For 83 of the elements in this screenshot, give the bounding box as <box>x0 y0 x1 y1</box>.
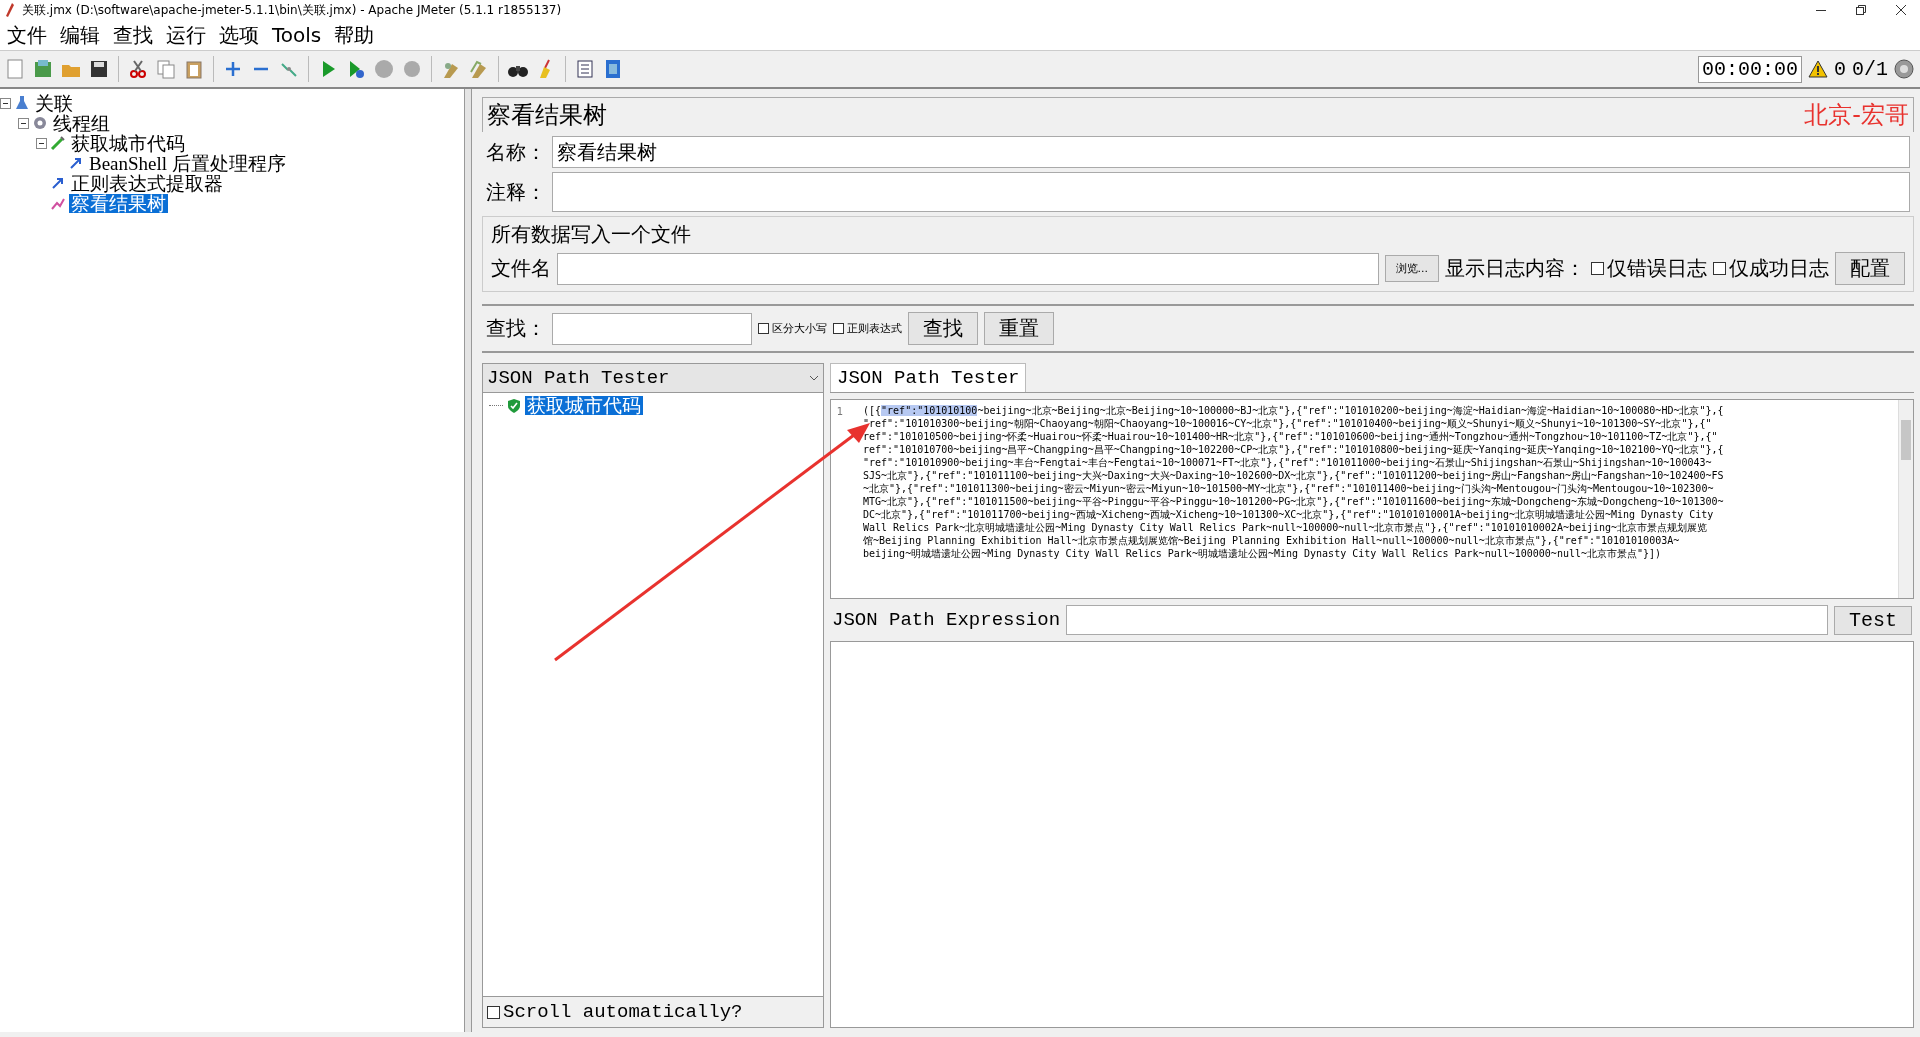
arrow-icon <box>50 175 66 191</box>
tab[interactable]: JSON Path Tester <box>830 363 1027 392</box>
code-line: MTG~北京"},{"ref":"101011500~beijing~平谷~Pinggu~平谷~Pinggu~10~101200~PG~北京"},{"ref":"101011600~beijing~东城~Dongcheng~东城~Dongcheng~10~101300~ <box>863 495 1725 508</box>
scrollbar[interactable] <box>1898 400 1913 598</box>
window-title: 关联.jmx (D:\software\apache-jmeter-5.1.1\bin\关联.jmx) - Apache JMeter (5.1.1 r1855137) <box>22 1 563 19</box>
code-line: Wall Relics Park~北京明城墙遗址公园~Ming Dynasty City Wall Relics Park~null~100000~null~北京市景点"},{"ref":"10101010002A~beijing~北京市景点规划展览 <box>863 521 1709 534</box>
pipette-icon <box>50 135 66 151</box>
globe-icon[interactable] <box>1894 59 1914 79</box>
tree-item[interactable]: 线程组 <box>51 113 112 133</box>
checkbox-label: 区分大小写 <box>772 321 827 336</box>
code-line: "ref":"101010900~beijing~丰台~Fengtai~丰台~Fengtai~10~100071~FT~北京"},{"ref":"101011000~beijing~石景山~Shijingshan~石景山~Shijingshan~10~100043~ <box>863 456 1713 469</box>
paste-icon[interactable] <box>183 58 205 80</box>
save-icon[interactable] <box>88 58 110 80</box>
comment-field[interactable] <box>552 172 1910 212</box>
menu-item[interactable]: 文件 <box>5 21 49 49</box>
cut-icon[interactable] <box>127 58 149 80</box>
code-line: "ref":"101010300~beijing~朝阳~Chaoyang~朝阳~Chaoyang~10~100016~CY~北京"},{"ref":"101010400~beijing~顺义~Shunyi~顺义~Shunyi~10~101300~SY~北京"},{" <box>863 417 1713 430</box>
warning-icon <box>1807 60 1828 78</box>
name-field[interactable]: 察看结果树 <box>552 136 1910 168</box>
menu-item[interactable]: 查找 <box>111 21 155 49</box>
sample-item[interactable]: 获取城市代码 <box>525 396 643 415</box>
tree-item[interactable]: 关联 <box>33 93 75 113</box>
thread-count: 0/1 <box>1852 57 1888 81</box>
close-icon[interactable] <box>1896 5 1906 15</box>
signature-text: 北京-宏哥 <box>1804 100 1909 131</box>
splitter-bar[interactable] <box>465 89 472 1032</box>
collapse-icon[interactable] <box>36 137 47 149</box>
template-icon[interactable] <box>32 58 54 80</box>
code-line: beijing~明城墙遗址公园~Ming Dynasty City Wall Relics Park~明城墙遗址公园~Ming Dynasty City Wall Relics Park~null~100000~null~北京市景点"}]) <box>863 547 1663 560</box>
tree-item[interactable]: 获取城市代码 <box>69 133 187 153</box>
checkbox-label: 仅错误日志 <box>1607 255 1707 282</box>
config-button[interactable]: 配置 <box>1835 252 1905 285</box>
checkbox[interactable] <box>487 1005 500 1019</box>
code-line: DC~北京"},{"ref":"101011700~beijing~西城~Xicheng~西城~Xicheng~10~101300~XC~北京"},{"ref":"10101010001A~beijing~北京明城墙遗址公园~Ming Dynasty City <box>863 508 1715 521</box>
menu-item[interactable]: Tools <box>270 23 324 47</box>
code-line: ref":"101010500~beijing~怀柔~Huairou~怀柔~Huairou~10~101400~HR~北京"},{"ref":"101010600~beijing~通州~Tongzhou~通州~Tongzhou~10~101100~TZ~北京"},{" <box>863 430 1719 443</box>
arrow-icon <box>68 155 84 171</box>
expression-field[interactable] <box>1066 605 1828 635</box>
menu-item[interactable]: 帮助 <box>332 21 377 49</box>
group-title: 所有数据写入一个文件 <box>490 221 692 248</box>
code-line: 馆~Beijing Planning Exhibition Hall~北京市景点规划展览馆~Beijing Planning Exhibition Hall~null~100000~null~北京市景点"},{"ref":"10101010003A~ <box>863 534 1681 547</box>
caret-icon <box>809 375 819 381</box>
collapse-icon[interactable] <box>18 117 29 129</box>
field-label: JSON Path Expression <box>832 609 1061 631</box>
gear-icon <box>32 115 48 131</box>
field-label: 文件名 <box>491 255 551 282</box>
search-button[interactable]: 查找 <box>908 312 978 345</box>
collapse-icon[interactable] <box>0 97 11 109</box>
menu-item[interactable]: 选项 <box>217 21 261 49</box>
checkbox-label: Scroll automatically? <box>503 1001 743 1023</box>
code-line: ref":"101010700~beijing~昌平~Changping~昌平~Changping~10~102200~CP~北京"},{"ref":"101010800~beijing~延庆~Yanqing~延庆~Yanqing~10~102100~YQ~北京"},{ <box>863 443 1725 456</box>
warning-count: 0 <box>1833 57 1846 81</box>
code-line: SJS~北京"},{"ref":"101011100~beijing~大兴~Daxing~大兴~Daxing~10~102600~DX~北京"},{"ref":"101011200~beijing~房山~Fangshan~房山~Fangshan~10~102400~FS <box>863 469 1725 482</box>
field-label: 注释： <box>486 178 546 206</box>
list-icon[interactable] <box>574 58 596 80</box>
test-button[interactable]: Test <box>1834 605 1912 635</box>
code-line: ([{"ref":"101010100~beijing~北京~Beijing~北京~Beijing~10~100000~BJ~北京"},{"ref":"101010200~beijing~海淀~Haidian~海淀~Haidian~10~100080~HD~北京"},{ <box>863 404 1725 417</box>
field-label: 显示日志内容： <box>1445 255 1585 282</box>
code-line: ~北京"},{"ref":"101011300~beijing~密云~Miyun~密云~Miyun~10~101500~MY~北京"},{"ref":"101011400~beijing~门头沟~Mentougou~门头沟~Mentougou~10~102300~ <box>863 482 1715 495</box>
checkbox[interactable] <box>758 323 769 334</box>
panel-title: 察看结果树 <box>487 100 608 131</box>
checkbox-label: 正则表达式 <box>847 321 902 336</box>
checkbox[interactable] <box>833 323 844 334</box>
timer-field: 00:00:00 <box>1697 55 1802 83</box>
copy-icon[interactable] <box>155 58 177 80</box>
field-label: 名称： <box>486 138 546 166</box>
restore-icon[interactable] <box>1856 5 1866 15</box>
checkbox-label: 仅成功日志 <box>1729 255 1829 282</box>
search-button[interactable]: 重置 <box>984 312 1054 345</box>
menu-item[interactable]: 运行 <box>164 21 208 49</box>
field-label: 查找： <box>486 315 546 342</box>
tree-item[interactable]: 正则表达式提取器 <box>69 173 225 193</box>
feather-icon <box>6 3 14 17</box>
tree-item[interactable]: BeanShell 后置处理程序 <box>87 153 288 173</box>
search-field[interactable] <box>552 312 752 345</box>
tree-item[interactable]: 察看结果树 <box>69 193 168 213</box>
checkbox[interactable] <box>1713 262 1726 275</box>
renderer-dropdown[interactable]: JSON Path Tester <box>483 364 823 393</box>
menu-item[interactable]: 编辑 <box>58 21 102 49</box>
browse-button[interactable]: 浏览... <box>1384 255 1439 282</box>
flask-icon <box>14 95 30 111</box>
filename-field[interactable] <box>557 252 1379 285</box>
checkbox[interactable] <box>1591 262 1604 275</box>
